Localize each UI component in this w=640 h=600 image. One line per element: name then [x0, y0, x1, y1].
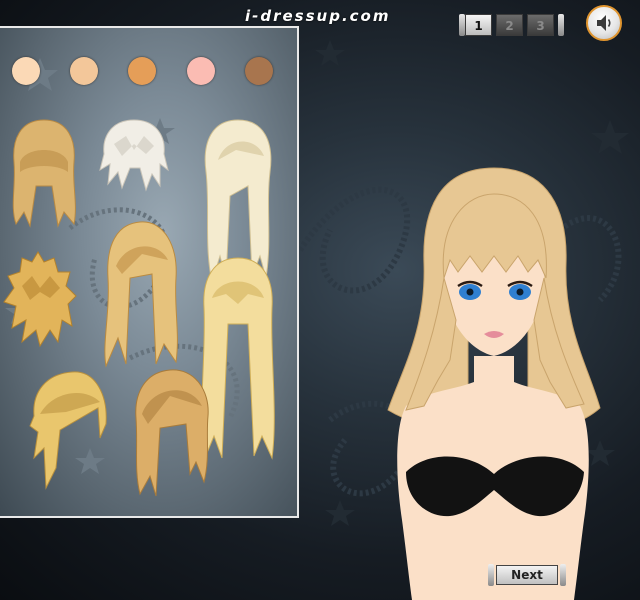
page-selector-cap-right	[558, 14, 564, 36]
site-logo: i-dressup.com	[245, 7, 391, 25]
dressup-model	[387, 167, 601, 600]
page-selector: 1 2 3	[459, 12, 567, 38]
hairstyle-platinum-spiky-short[interactable]	[96, 114, 172, 198]
page-button-3[interactable]: 3	[527, 14, 554, 36]
next-button-cap-right	[560, 564, 566, 586]
skin-tone-swatch-fair[interactable]	[12, 57, 40, 85]
hairstyle-panel	[0, 26, 299, 518]
hairstyle-blonde-bangs-shoulder[interactable]	[6, 116, 82, 228]
hairstyle-blonde-bob-with-fringe[interactable]	[130, 366, 214, 498]
hairstyle-blonde-messy-bob[interactable]	[2, 246, 78, 364]
hairstyle-blonde-short-side-swept[interactable]	[26, 368, 108, 490]
model-left-pupil	[466, 288, 474, 296]
sound-toggle-button[interactable]	[586, 5, 622, 41]
game-stage: i-dressup.com 1 2 3 Next	[0, 0, 640, 600]
skin-tone-swatch-pink[interactable]	[187, 57, 215, 85]
speaker-icon	[597, 15, 611, 31]
next-button-label: Next	[496, 565, 558, 585]
skin-tone-swatch-light[interactable]	[70, 57, 98, 85]
page-button-1[interactable]: 1	[465, 14, 492, 36]
skin-tone-swatch-tan[interactable]	[128, 57, 156, 85]
model-right-pupil	[516, 288, 524, 296]
page-button-2[interactable]: 2	[496, 14, 523, 36]
skin-tone-swatch-brown[interactable]	[245, 57, 273, 85]
next-button[interactable]: Next	[488, 563, 566, 587]
next-button-cap-left	[488, 564, 494, 586]
hairstyle-blonde-long-straight[interactable]	[98, 218, 184, 368]
